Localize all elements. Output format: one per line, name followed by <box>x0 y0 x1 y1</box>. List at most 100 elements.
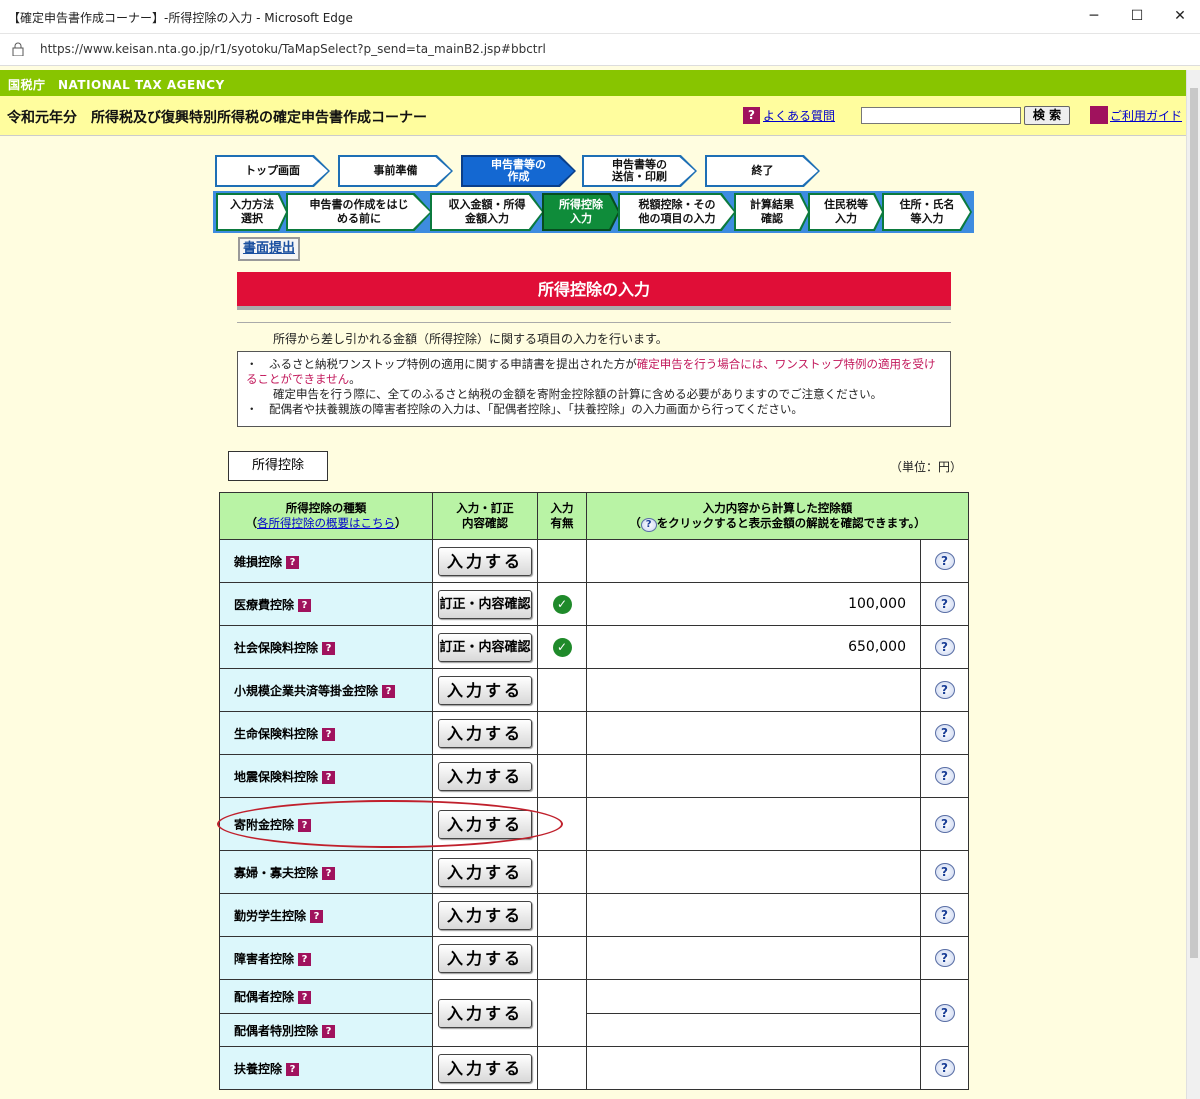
step-top[interactable]: トップ画面 <box>215 155 330 187</box>
annotation-ellipse <box>217 800 563 848</box>
input-button[interactable]: 訂正・内容確認 <box>438 589 532 619</box>
window-titlebar: 【確定申告書作成コーナー】-所得控除の入力 - Microsoft Edge ─… <box>0 0 1200 34</box>
guide-book-icon <box>1090 106 1108 124</box>
row-status <box>537 668 587 712</box>
row-name: 雑損控除? <box>219 539 433 583</box>
url-text[interactable]: https://www.keisan.nta.go.jp/r1/syotoku/… <box>40 42 546 56</box>
substep-result[interactable]: 計算結果 確認 <box>734 193 810 231</box>
col-status: 入力 有無 <box>537 492 587 540</box>
help-mark-icon[interactable]: ? <box>322 1024 336 1038</box>
step-create[interactable]: 申告書等の 作成 <box>461 155 576 187</box>
row-button-cell: 入力する <box>432 936 538 980</box>
row-amount <box>586 539 921 583</box>
input-button[interactable]: 入力する <box>438 546 532 576</box>
help-bubble-icon[interactable]: ? <box>934 638 955 656</box>
row-help: ? <box>920 979 969 1047</box>
input-button[interactable]: 入力する <box>438 718 532 748</box>
help-bubble-icon[interactable]: ? <box>934 815 955 833</box>
input-button[interactable]: 入力する <box>438 761 532 791</box>
overview-link[interactable]: 各所得控除の概要はこちら <box>257 516 395 530</box>
substep-before[interactable]: 申告書の作成をはじ める前に <box>286 193 432 231</box>
search-input[interactable] <box>861 107 1021 124</box>
close-button[interactable]: ✕ <box>1169 6 1191 28</box>
help-mark-icon[interactable]: ? <box>286 555 300 569</box>
row-amount <box>586 754 921 798</box>
substep-address[interactable]: 住所・氏名 等入力 <box>882 193 972 231</box>
help-bubble-icon[interactable]: ? <box>934 595 955 613</box>
substep-income[interactable]: 収入金額・所得 金額入力 <box>430 193 544 231</box>
table-row: 扶養控除? 入力する ? <box>219 1046 969 1090</box>
table-row: 地震保険料控除? 入力する ? <box>219 754 969 798</box>
paper-submit-button[interactable]: 書面提出 <box>238 237 300 261</box>
guide-link[interactable]: ご利用ガイド <box>1110 107 1182 124</box>
input-button[interactable]: 入力する <box>438 998 532 1028</box>
row-button-cell: 入力する <box>432 668 538 712</box>
window-title: 【確定申告書作成コーナー】-所得控除の入力 - Microsoft Edge <box>8 11 353 25</box>
substep-deduction[interactable]: 所得控除 入力 <box>542 193 620 231</box>
input-button[interactable]: 入力する <box>438 943 532 973</box>
step-label: 終了 <box>707 157 818 185</box>
row-name: 扶養控除? <box>219 1046 433 1090</box>
row-button-cell: 入力する <box>432 979 538 1047</box>
substep-label: 計算結果 確認 <box>736 195 808 229</box>
row-name: 社会保険料控除? <box>219 625 433 669</box>
address-bar[interactable]: https://www.keisan.nta.go.jp/r1/syotoku/… <box>0 34 1200 66</box>
help-mark-icon[interactable]: ? <box>286 1062 300 1076</box>
col-amount: 入力内容から計算した控除額（? をクリックすると表示金額の解説を確認できます。） <box>586 492 969 540</box>
help-mark-icon[interactable]: ? <box>298 598 312 612</box>
substep-label: 申告書の作成をはじ める前に <box>288 195 430 229</box>
row-help: ? <box>920 850 969 894</box>
row-status <box>537 850 587 894</box>
faq-link[interactable]: よくある質問 <box>763 107 835 124</box>
step-end[interactable]: 終了 <box>705 155 820 187</box>
help-bubble-icon[interactable]: ? <box>934 681 955 699</box>
substep-method[interactable]: 入力方法 選択 <box>216 193 288 231</box>
table-row: 生命保険料控除? 入力する ? <box>219 711 969 755</box>
input-button[interactable]: 入力する <box>438 1053 532 1083</box>
help-mark-icon[interactable]: ? <box>310 909 324 923</box>
row-amount <box>586 850 921 894</box>
substep-resident-tax[interactable]: 住民税等 入力 <box>808 193 884 231</box>
scrollbar-thumb[interactable] <box>1190 88 1198 958</box>
row-status <box>537 893 587 937</box>
row-help: ? <box>920 1046 969 1090</box>
help-mark-icon[interactable]: ? <box>322 770 336 784</box>
help-bubble-icon[interactable]: ? <box>934 552 955 570</box>
row-name: 配偶者控除? <box>219 979 433 1014</box>
row-name: 障害者控除? <box>219 936 433 980</box>
help-bubble-icon[interactable]: ? <box>934 1059 955 1077</box>
input-button[interactable]: 入力する <box>438 675 532 705</box>
help-mark-icon[interactable]: ? <box>322 866 336 880</box>
help-bubble-icon[interactable]: ? <box>934 949 955 967</box>
step-prepare[interactable]: 事前準備 <box>338 155 453 187</box>
help-mark-icon[interactable]: ? <box>298 991 312 1004</box>
help-bubble-icon[interactable]: ? <box>934 767 955 785</box>
table-header: 所得控除の種類 （各所得控除の概要はこちら） 入力・訂正 内容確認 入力 有無 入… <box>219 492 969 540</box>
help-mark-icon[interactable]: ? <box>322 641 336 655</box>
scrollbar[interactable] <box>1186 70 1200 1099</box>
input-button[interactable]: 訂正・内容確認 <box>438 632 532 662</box>
row-button-cell: 入力する <box>432 850 538 894</box>
input-button[interactable]: 入力する <box>438 900 532 930</box>
col-input: 入力・訂正 内容確認 <box>432 492 538 540</box>
table-row: 小規模企業共済等掛金控除? 入力する ? <box>219 668 969 712</box>
row-amount <box>586 797 921 851</box>
help-mark-icon[interactable]: ? <box>322 727 336 741</box>
search-button[interactable]: 検 索 <box>1024 106 1070 125</box>
substep-tax-credit[interactable]: 税額控除・その 他の項目の入力 <box>618 193 736 231</box>
help-bubble-icon[interactable]: ? <box>934 863 955 881</box>
help-bubble-icon[interactable]: ? <box>934 724 955 742</box>
row-amount <box>586 711 921 755</box>
help-bubble-icon[interactable]: ? <box>934 1004 955 1022</box>
maximize-button[interactable]: ☐ <box>1126 6 1148 28</box>
substep-label: 所得控除 入力 <box>544 195 618 229</box>
help-bubble-icon[interactable]: ? <box>934 906 955 924</box>
step-label: 申告書等の 作成 <box>463 157 574 185</box>
row-help: ? <box>920 539 969 583</box>
help-mark-icon[interactable]: ? <box>382 684 396 698</box>
input-button[interactable]: 入力する <box>438 857 532 887</box>
step-send[interactable]: 申告書等の 送信・印刷 <box>582 155 697 187</box>
minimize-button[interactable]: ─ <box>1083 6 1105 28</box>
row-amount: 100,000 <box>586 582 921 626</box>
help-mark-icon[interactable]: ? <box>298 952 312 966</box>
